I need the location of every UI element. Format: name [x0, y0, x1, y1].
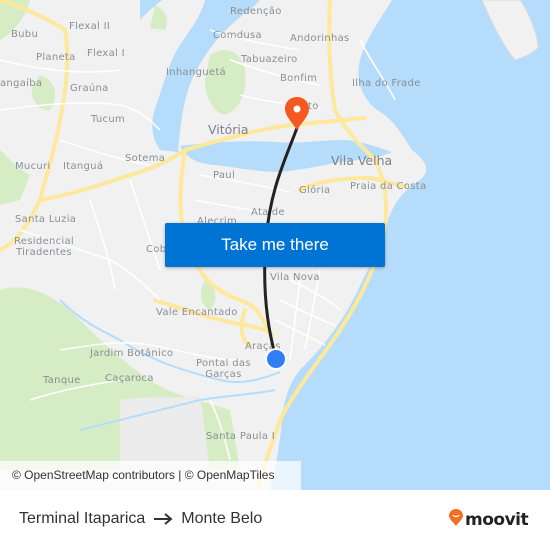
map[interactable]: Redenção Bubu Flexal II Comdusa Andorinh… — [0, 0, 550, 490]
destination-name: Monte Belo — [181, 510, 263, 527]
moovit-pin-icon — [449, 509, 463, 530]
arrow-right-icon — [153, 513, 173, 525]
trip-summary: Terminal Itaparica Monte Belo — [19, 510, 262, 528]
take-me-there-button[interactable]: Take me there — [165, 223, 385, 267]
origin-name: Terminal Itaparica — [19, 510, 146, 527]
origin-marker-icon[interactable] — [265, 348, 287, 370]
moovit-logo[interactable]: moovit — [449, 509, 529, 530]
moovit-wordmark: moovit — [465, 509, 529, 530]
destination-marker-icon[interactable] — [285, 97, 309, 130]
map-attribution[interactable]: © OpenStreetMap contributors | © OpenMap… — [0, 461, 301, 490]
footer: Terminal Itaparica Monte Belo moovit — [0, 490, 550, 550]
